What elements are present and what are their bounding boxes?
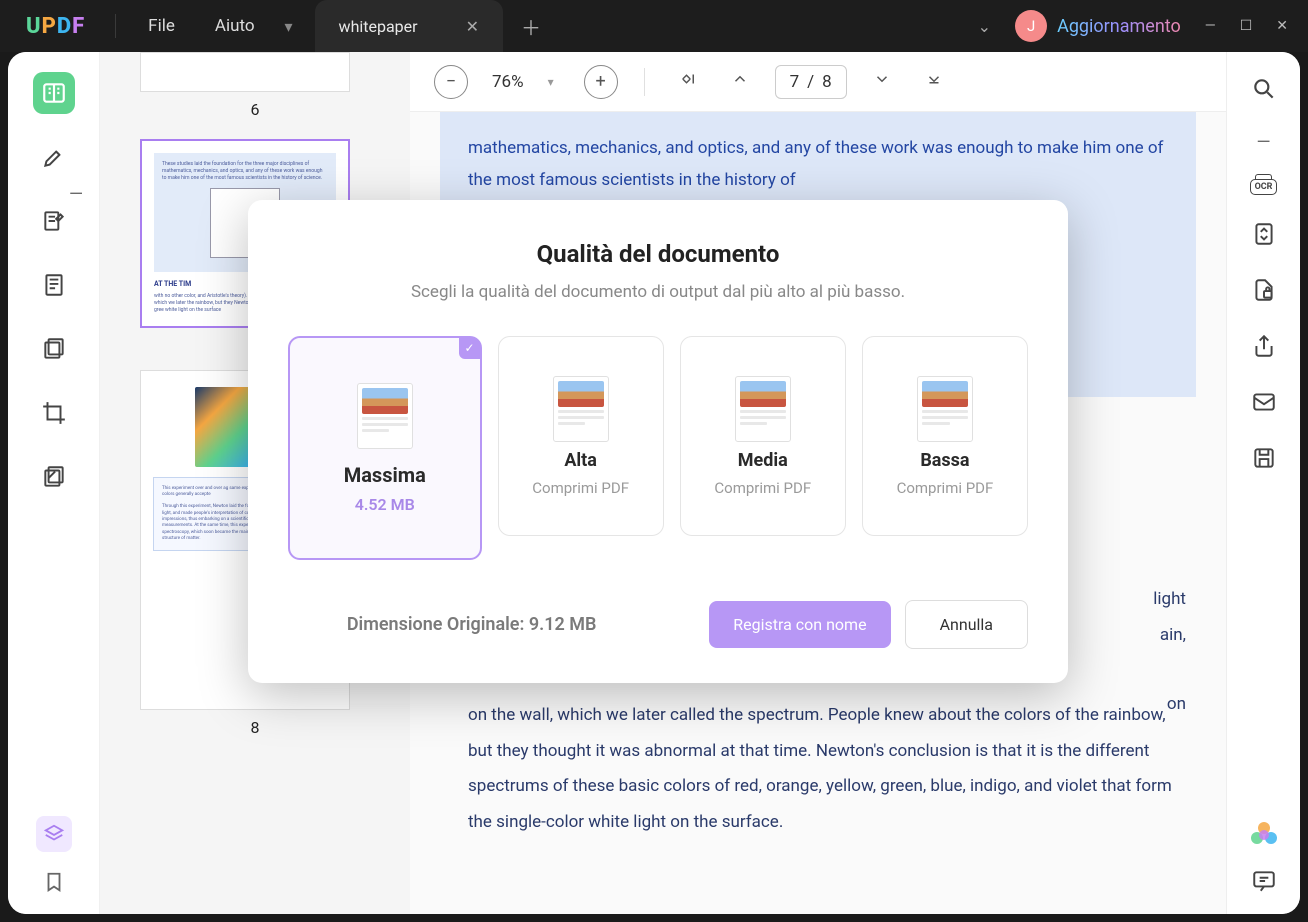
page-sep: / — [807, 72, 814, 92]
quality-card-bassa[interactable]: Bassa Comprimi PDF — [862, 336, 1028, 536]
quality-name: Media — [738, 450, 788, 471]
maximize-icon[interactable]: ☐ — [1240, 18, 1253, 34]
collapse-icon[interactable]: — — [1256, 132, 1270, 153]
left-toolbar: — — [8, 52, 100, 914]
redact-tool[interactable] — [33, 456, 75, 498]
check-icon: ✓ — [459, 337, 481, 359]
page-number-8: 8 — [140, 718, 370, 737]
modal-title: Qualità del documento — [288, 240, 1028, 268]
save-as-button[interactable]: Registra con nome — [709, 601, 890, 648]
organize-tool[interactable] — [33, 328, 75, 370]
reader-tool[interactable] — [33, 72, 75, 114]
layers-icon[interactable] — [36, 816, 72, 852]
logo-d: D — [57, 14, 72, 39]
cancel-button[interactable]: Annulla — [905, 600, 1028, 649]
add-tab-button[interactable]: ＋ — [521, 12, 541, 41]
share-icon[interactable] — [1251, 333, 1277, 363]
quality-sub: Comprimi PDF — [532, 479, 629, 497]
email-icon[interactable] — [1251, 389, 1277, 419]
doc-frag: ain, — [1153, 618, 1186, 654]
tab-whitepaper[interactable]: whitepaper ✕ — [315, 0, 503, 52]
logo-u: U — [26, 14, 42, 39]
doc-toolbar: − 76% ▾ + 7 / 8 — [410, 52, 1226, 112]
titlebar: UPDF File Aiuto ▾ whitepaper ✕ ＋ ⌄ J Agg… — [0, 0, 1308, 52]
next-page-icon[interactable] — [865, 66, 899, 97]
logo-p: P — [42, 14, 57, 39]
quality-sub: Comprimi PDF — [897, 479, 994, 497]
menu-help[interactable]: Aiuto — [195, 8, 275, 44]
doc-preview-icon — [735, 376, 791, 442]
zoom-in-button[interactable]: + — [584, 65, 618, 99]
quality-name: Bassa — [920, 450, 969, 471]
minimize-icon[interactable]: — — [1205, 18, 1216, 34]
quality-modal: Qualità del documento Scegli la qualità … — [248, 200, 1068, 683]
quality-card-alta[interactable]: Alta Comprimi PDF — [498, 336, 664, 536]
window-controls: — ☐ ✕ — [1205, 18, 1288, 34]
quality-name: Massima — [344, 463, 426, 487]
close-window-icon[interactable]: ✕ — [1276, 18, 1288, 34]
quality-name: Alta — [564, 450, 597, 471]
quality-card-media[interactable]: Media Comprimi PDF — [680, 336, 846, 536]
search-icon[interactable] — [1251, 76, 1277, 106]
first-page-icon[interactable] — [671, 66, 705, 97]
logo-f: F — [72, 14, 85, 39]
right-toolbar: — OCR — [1226, 52, 1300, 914]
zoom-dropdown-icon[interactable]: ▾ — [548, 75, 554, 89]
zoom-out-button[interactable]: − — [434, 65, 468, 99]
convert-icon[interactable] — [1251, 221, 1277, 251]
update-label[interactable]: Aggiornamento — [1057, 16, 1181, 37]
page-number-6: 6 — [140, 100, 370, 119]
thumbnail-6[interactable] — [140, 52, 350, 92]
tab-dropdown-icon[interactable]: ▾ — [275, 17, 303, 36]
prev-page-icon[interactable] — [723, 66, 757, 97]
quality-cards: ✓ Massima 4.52 MB Alta Comprimi PDF Medi… — [288, 336, 1028, 560]
doc-frag: light — [1153, 582, 1186, 618]
tab-title: whitepaper — [339, 17, 418, 36]
doc-preview-icon — [553, 376, 609, 442]
protect-icon[interactable] — [1251, 277, 1277, 307]
zoom-value[interactable]: 76% — [492, 72, 524, 92]
modal-footer: Dimensione Originale: 9.12 MB Registra c… — [288, 600, 1028, 649]
edit-tool[interactable] — [33, 200, 75, 242]
doc-preview-icon — [357, 383, 413, 449]
highlight-tool[interactable] — [33, 136, 75, 178]
collapse-icon[interactable]: — — [69, 184, 83, 205]
page-total: 8 — [822, 72, 832, 92]
menu-file[interactable]: File — [128, 8, 195, 44]
save-icon[interactable] — [1251, 445, 1277, 475]
ocr-icon[interactable]: OCR — [1250, 179, 1278, 195]
quality-sub: Comprimi PDF — [714, 479, 811, 497]
document-text: on the wall, which we later called the s… — [468, 678, 1186, 841]
modal-subtitle: Scegli la qualità del documento di outpu… — [288, 282, 1028, 302]
doc-preview-icon — [917, 376, 973, 442]
avatar[interactable]: J — [1015, 10, 1047, 42]
app-logo: UPDF — [26, 14, 85, 39]
comment-icon[interactable] — [1251, 868, 1277, 898]
last-page-icon[interactable] — [917, 66, 951, 97]
ai-icon[interactable] — [1249, 820, 1279, 850]
divider — [115, 14, 116, 38]
page-indicator[interactable]: 7 / 8 — [775, 65, 847, 99]
quality-size: 4.52 MB — [355, 495, 415, 514]
quality-card-massima[interactable]: ✓ Massima 4.52 MB — [288, 336, 482, 560]
page-current: 7 — [790, 72, 800, 92]
thumb-text: These studies laid the foundation for th… — [162, 161, 328, 182]
close-icon[interactable]: ✕ — [466, 17, 479, 36]
original-size: Dimensione Originale: 9.12 MB — [288, 614, 695, 635]
crop-tool[interactable] — [33, 392, 75, 434]
page-tool[interactable] — [33, 264, 75, 306]
chevron-down-icon[interactable]: ⌄ — [978, 17, 991, 36]
bookmark-icon[interactable] — [43, 870, 65, 898]
divider — [644, 68, 645, 96]
